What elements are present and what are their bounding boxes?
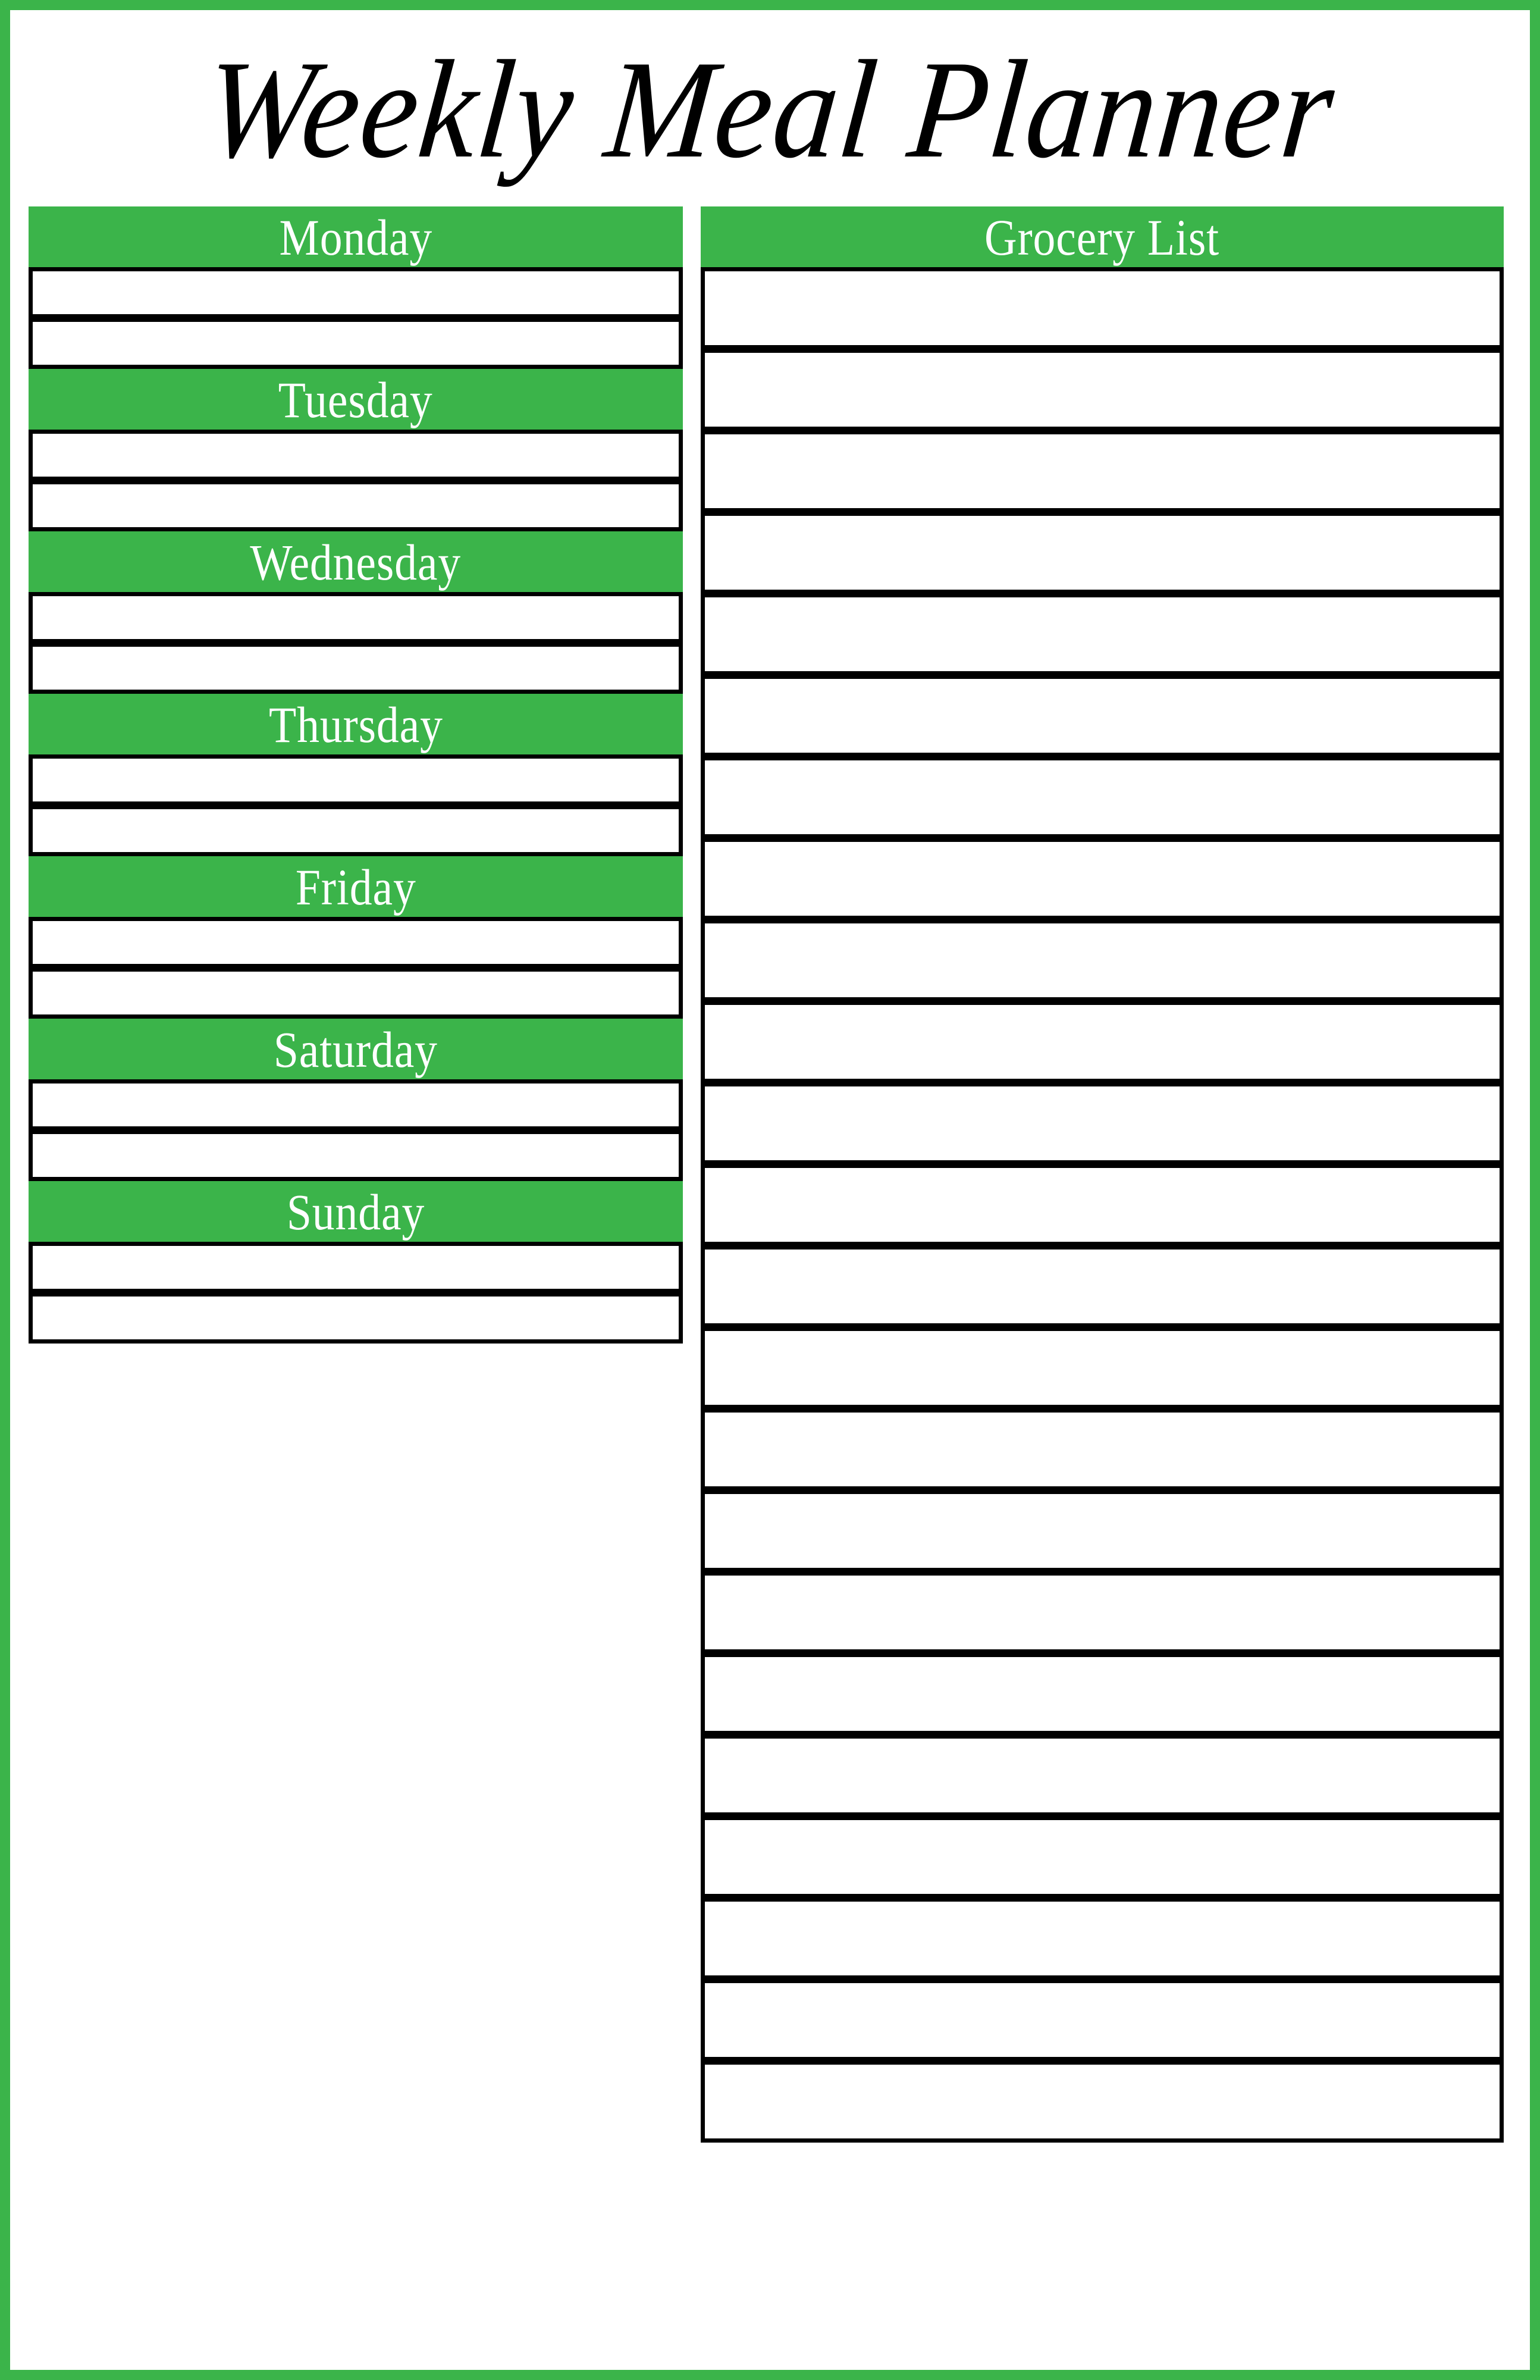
day-block-sunday: Sunday (29, 1181, 683, 1344)
weekly-meal-planner-page: Weekly Meal Planner Monday Tuesday Wednesd… (0, 0, 1540, 2380)
page-title-bar: Weekly Meal Planner (10, 21, 1530, 199)
day-header-saturday: Saturday (29, 1019, 683, 1080)
meal-slot[interactable] (29, 643, 683, 694)
meal-slot[interactable] (29, 1292, 683, 1344)
day-header-label: Friday (295, 858, 416, 916)
day-header-label: Monday (279, 208, 432, 266)
grocery-line[interactable] (701, 1001, 1504, 1083)
meal-slot[interactable] (29, 967, 683, 1019)
day-block-tuesday: Tuesday (29, 369, 683, 531)
meal-slot[interactable] (29, 592, 683, 643)
grocery-line[interactable] (701, 593, 1504, 675)
meal-slot[interactable] (29, 917, 683, 968)
grocery-line-list (701, 267, 1504, 2143)
day-header-monday: Monday (29, 206, 683, 268)
grocery-line[interactable] (701, 1571, 1504, 1654)
grocery-line[interactable] (701, 1979, 1504, 2061)
day-header-wednesday: Wednesday (29, 531, 683, 593)
day-header-sunday: Sunday (29, 1181, 683, 1242)
grocery-line[interactable] (701, 430, 1504, 512)
grocery-line[interactable] (701, 838, 1504, 920)
grocery-line[interactable] (701, 1897, 1504, 1980)
grocery-list-header-label: Grocery List (984, 208, 1220, 266)
meal-slot[interactable] (29, 267, 683, 318)
grocery-line[interactable] (701, 1408, 1504, 1490)
meal-slot[interactable] (29, 805, 683, 856)
day-block-monday: Monday (29, 206, 683, 369)
meal-slot[interactable] (29, 754, 683, 806)
days-column: Monday Tuesday Wednesday Thursday Friday Satu… (29, 206, 683, 1344)
grocery-line[interactable] (701, 919, 1504, 1001)
grocery-list-header: Grocery List (701, 206, 1504, 268)
day-header-label: Sunday (286, 1183, 425, 1241)
grocery-line[interactable] (701, 756, 1504, 838)
day-header-friday: Friday (29, 856, 683, 917)
planner-columns: Monday Tuesday Wednesday Thursday Friday Satu… (29, 206, 1504, 2348)
meal-slot[interactable] (29, 318, 683, 369)
meal-slot[interactable] (29, 1130, 683, 1181)
grocery-line[interactable] (701, 267, 1504, 349)
day-block-thursday: Thursday (29, 694, 683, 856)
meal-slot[interactable] (29, 1242, 683, 1293)
grocery-line[interactable] (701, 1490, 1504, 1572)
day-header-label: Wednesday (250, 533, 462, 591)
meal-slot[interactable] (29, 1079, 683, 1130)
page-title: Weekly Meal Planner (198, 32, 1342, 187)
day-header-label: Tuesday (278, 371, 433, 428)
meal-slot[interactable] (29, 480, 683, 531)
grocery-line[interactable] (701, 1816, 1504, 1898)
grocery-line[interactable] (701, 675, 1504, 757)
day-block-wednesday: Wednesday (29, 531, 683, 694)
day-header-label: Saturday (273, 1020, 438, 1078)
day-header-label: Thursday (268, 696, 443, 753)
grocery-line[interactable] (701, 1327, 1504, 1409)
grocery-line[interactable] (701, 1653, 1504, 1735)
day-block-saturday: Saturday (29, 1019, 683, 1181)
grocery-line[interactable] (701, 1245, 1504, 1327)
grocery-line[interactable] (701, 1734, 1504, 1817)
day-block-friday: Friday (29, 856, 683, 1019)
grocery-line[interactable] (701, 2060, 1504, 2143)
grocery-line[interactable] (701, 1164, 1504, 1246)
meal-slot[interactable] (29, 430, 683, 481)
day-header-thursday: Thursday (29, 694, 683, 755)
grocery-column: Grocery List (701, 206, 1504, 2143)
day-header-tuesday: Tuesday (29, 369, 683, 430)
grocery-line[interactable] (701, 1082, 1504, 1164)
grocery-line[interactable] (701, 512, 1504, 594)
grocery-line[interactable] (701, 349, 1504, 431)
